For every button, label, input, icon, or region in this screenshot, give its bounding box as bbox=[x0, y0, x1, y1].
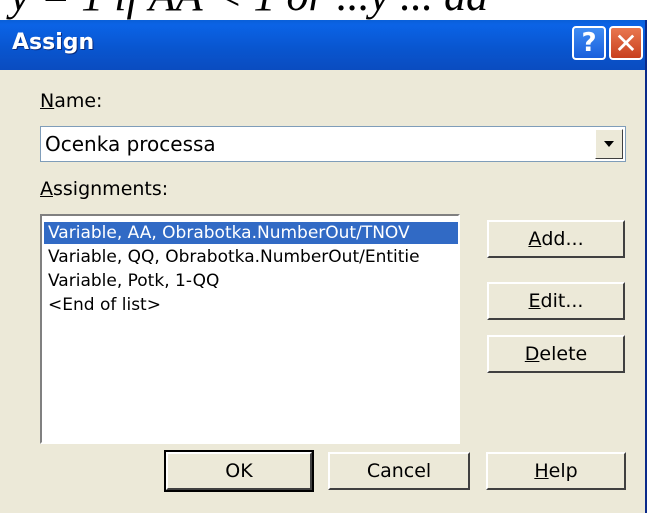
background-text: y = 1 if AA < 1 or ...y ... aa bbox=[10, 0, 488, 21]
close-icon: ✕ bbox=[614, 26, 638, 60]
list-item[interactable]: <End of list> bbox=[44, 294, 458, 316]
help-label: elp bbox=[548, 460, 578, 482]
add-label: dd... bbox=[541, 228, 584, 250]
add-mnemonic: A bbox=[528, 228, 542, 250]
ok-label: OK bbox=[225, 460, 253, 482]
name-combobox[interactable] bbox=[40, 126, 626, 162]
list-item[interactable]: Variable, AA, Obrabotka.NumberOut/TNOV bbox=[44, 222, 458, 244]
help-title-button[interactable]: ? bbox=[572, 26, 606, 60]
cancel-label: Cancel bbox=[366, 460, 432, 482]
window-title: Assign bbox=[12, 30, 95, 55]
edit-button[interactable]: Edit... bbox=[487, 282, 625, 320]
cancel-button[interactable]: Cancel bbox=[328, 452, 470, 490]
add-button[interactable]: Add... bbox=[487, 220, 625, 258]
help-button[interactable]: Help bbox=[486, 452, 626, 490]
name-label-mnemonic: N bbox=[40, 90, 55, 112]
delete-mnemonic: D bbox=[524, 343, 540, 365]
title-bar[interactable]: Assign ? ✕ bbox=[0, 20, 645, 70]
assignments-list[interactable]: Variable, AA, Obrabotka.NumberOut/TNOV V… bbox=[40, 214, 460, 444]
list-item[interactable]: Variable, Potk, 1-QQ bbox=[44, 270, 458, 292]
assignments-label-mnemonic: A bbox=[40, 178, 53, 200]
delete-label: elete bbox=[539, 343, 588, 365]
ok-button[interactable]: OK bbox=[164, 450, 314, 492]
question-icon: ? bbox=[581, 28, 597, 58]
chevron-down-icon bbox=[604, 141, 614, 147]
list-item[interactable]: Variable, QQ, Obrabotka.NumberOut/Entiti… bbox=[44, 246, 458, 268]
name-dropdown-button[interactable] bbox=[595, 129, 623, 159]
name-label: Name: bbox=[40, 90, 102, 112]
edit-mnemonic: E bbox=[528, 290, 541, 312]
close-button[interactable]: ✕ bbox=[609, 26, 643, 60]
background-document-strip: y = 1 if AA < 1 or ...y ... aa bbox=[0, 0, 647, 22]
edit-label: dit... bbox=[540, 290, 584, 312]
assignments-label: Assignments: bbox=[40, 178, 168, 200]
assignments-label-text: ssignments: bbox=[53, 178, 169, 200]
assign-dialog: Assign ? ✕ Name: Assignments: Variable, … bbox=[0, 20, 647, 513]
name-input[interactable] bbox=[43, 129, 595, 159]
name-label-text: ame: bbox=[54, 90, 103, 112]
delete-button[interactable]: Delete bbox=[487, 335, 625, 373]
help-mnemonic: H bbox=[534, 460, 549, 482]
